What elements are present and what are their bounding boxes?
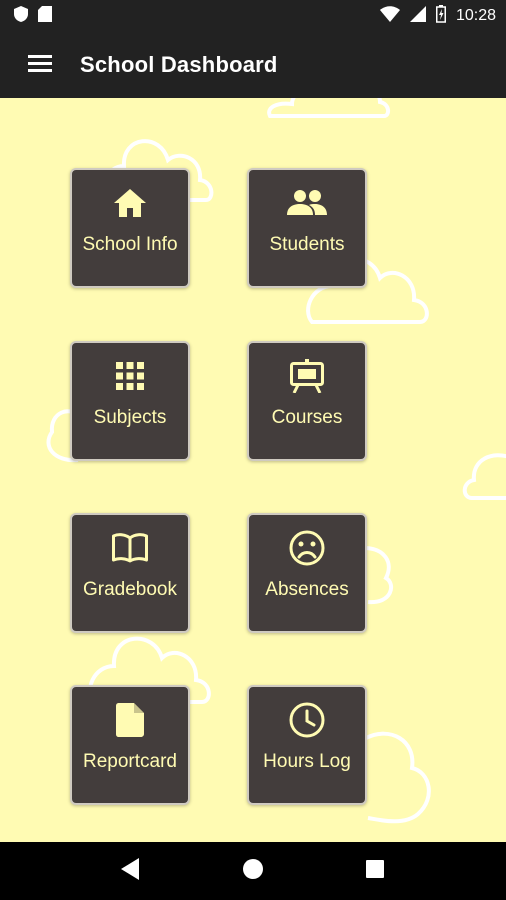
tile-label: Reportcard xyxy=(83,751,177,772)
people-icon xyxy=(287,184,327,222)
page-title: School Dashboard xyxy=(80,52,278,77)
tile-subjects[interactable]: Subjects xyxy=(70,341,190,461)
book-icon xyxy=(112,529,148,567)
tile-label: Courses xyxy=(271,407,343,428)
status-left xyxy=(14,5,52,27)
sd-card-icon xyxy=(38,5,52,27)
home-icon xyxy=(242,858,264,885)
clock-icon xyxy=(289,701,325,739)
tile-label: School Info xyxy=(82,234,178,255)
easel-icon xyxy=(290,357,324,395)
tile-absences[interactable]: Absences xyxy=(247,513,367,633)
signal-icon xyxy=(409,5,426,27)
menu-button[interactable] xyxy=(0,32,80,98)
tile-label: Subjects xyxy=(93,407,167,428)
tile-label: Students xyxy=(269,234,345,255)
recents-button[interactable] xyxy=(350,846,400,896)
tile-gradebook[interactable]: Gradebook xyxy=(70,513,190,633)
tile-label: Absences xyxy=(265,579,349,600)
back-icon xyxy=(121,857,141,885)
status-right: 10:28 xyxy=(379,4,496,28)
tile-label: Hours Log xyxy=(263,751,351,772)
dashboard-content: School Info Students Subjects Courses Gr… xyxy=(0,98,506,842)
tile-hours-log[interactable]: Hours Log xyxy=(247,685,367,805)
cloud-decoration xyxy=(365,731,431,824)
home-icon xyxy=(113,184,147,222)
wifi-icon xyxy=(379,5,400,27)
grid-icon xyxy=(116,357,144,395)
status-time: 10:28 xyxy=(455,7,496,24)
tile-students[interactable]: Students xyxy=(247,168,367,288)
home-button[interactable] xyxy=(228,846,278,896)
status-bar: 10:28 xyxy=(0,0,506,32)
recents-icon xyxy=(365,859,385,884)
sad-face-icon xyxy=(289,529,325,567)
system-nav-bar xyxy=(0,842,506,900)
shield-icon xyxy=(14,5,28,27)
battery-icon xyxy=(435,4,446,28)
tile-reportcard[interactable]: Reportcard xyxy=(70,685,190,805)
tile-school-info[interactable]: School Info xyxy=(70,168,190,288)
cloud-decoration xyxy=(462,453,506,500)
tile-label: Gradebook xyxy=(82,579,177,600)
document-icon xyxy=(116,701,144,739)
cloud-decoration xyxy=(267,98,391,118)
menu-icon xyxy=(28,54,52,77)
tile-courses[interactable]: Courses xyxy=(247,341,367,461)
app-bar: School Dashboard xyxy=(0,32,506,98)
back-button[interactable] xyxy=(106,846,156,896)
